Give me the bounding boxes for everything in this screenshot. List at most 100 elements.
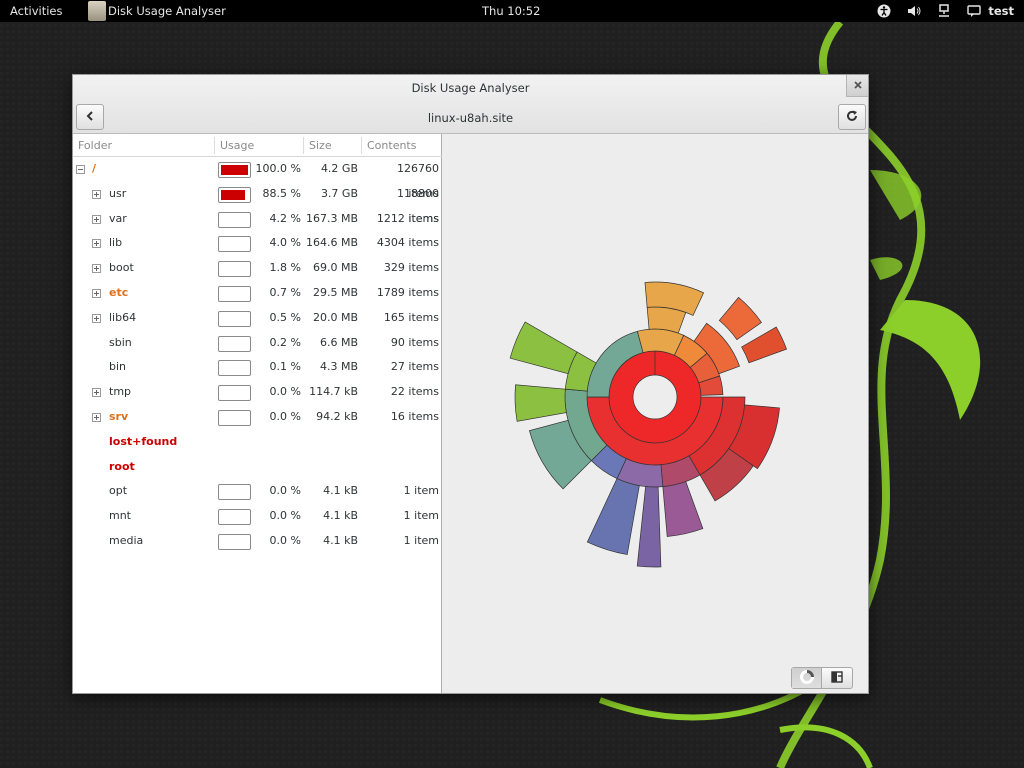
app-menu[interactable]: Disk Usage Analyser <box>88 0 226 22</box>
column-header-size[interactable]: Size <box>309 139 332 152</box>
ring-sector-root[interactable] <box>608 350 702 444</box>
volume-icon[interactable] <box>906 3 922 19</box>
expand-icon[interactable] <box>92 313 101 323</box>
tree-row[interactable]: bin 0.1 % 4.3 MB 27 items <box>73 355 442 380</box>
view-toggle <box>791 667 853 689</box>
user-icon[interactable] <box>966 3 982 19</box>
folder-contents: 1212 items <box>376 211 439 225</box>
folder-size: 29.5 MB <box>312 286 358 299</box>
collapse-icon[interactable] <box>76 165 85 174</box>
usage-bar <box>218 335 251 352</box>
folder-name: bin <box>109 360 127 374</box>
folder-name: lost+found <box>109 434 178 448</box>
usage-percent: 0.0 % <box>269 484 301 498</box>
tree-row[interactable]: etc 0.7 % 29.5 MB 1789 items <box>73 281 442 306</box>
reload-button[interactable] <box>838 104 866 130</box>
treemap-icon <box>830 670 844 687</box>
tree-row[interactable]: /100.0 % 4.2 GB 126760 items <box>73 157 442 200</box>
folder-size: 164.6 MB <box>305 236 358 250</box>
folder-contents: 329 items <box>383 261 439 275</box>
tree-row[interactable]: sbin 0.2 % 6.6 MB 90 items <box>73 331 442 356</box>
usage-bar <box>218 211 251 228</box>
folder-size: 4.3 MB <box>319 360 358 374</box>
back-button[interactable] <box>76 104 104 130</box>
usage-percent: 100.0 % <box>255 162 301 175</box>
usage-percent: 0.0 % <box>269 534 301 547</box>
activities-button[interactable]: Activities <box>10 0 62 22</box>
expand-icon[interactable] <box>92 413 101 422</box>
column-header-folder[interactable]: Folder <box>78 139 112 152</box>
expand-icon[interactable] <box>92 388 101 398</box>
tree-row[interactable]: boot 1.8 % 69.0 MB 329 items <box>73 256 442 281</box>
usage-bar <box>218 534 251 550</box>
ring-chart[interactable] <box>443 134 868 693</box>
folder-name: lib64 <box>109 310 137 324</box>
usage-percent: 1.8 % <box>269 261 301 275</box>
ring-sector-lib-modules[interactable] <box>646 306 687 334</box>
close-icon <box>853 79 862 92</box>
usage-percent: 4.0 % <box>269 236 301 250</box>
tree-row[interactable]: tmp 0.0 % 114.7 kB 22 items <box>73 380 442 405</box>
usage-percent: 0.0 % <box>269 410 301 423</box>
close-button[interactable] <box>846 75 868 97</box>
folder-name: / <box>92 162 97 175</box>
tree-row[interactable]: root <box>73 455 442 480</box>
tree-row[interactable]: media 0.0 % 4.1 kB 1 item <box>73 529 442 554</box>
folder-contents: 1 item <box>403 484 439 498</box>
tree-row[interactable]: mnt 0.0 % 4.1 kB 1 item <box>73 504 442 529</box>
tree-row[interactable]: opt 0.0 % 4.1 kB 1 item <box>73 479 442 504</box>
expand-icon[interactable] <box>92 289 101 298</box>
ring-sector-outer-8[interactable] <box>509 321 578 375</box>
tree-row[interactable]: lib64 0.5 % 20.0 MB 165 items <box>73 306 442 331</box>
folder-size: 167.3 MB <box>305 211 358 225</box>
expand-icon[interactable] <box>92 239 101 249</box>
usage-bar <box>218 360 251 377</box>
folder-contents: 27 items <box>390 360 439 374</box>
system-tray: test <box>876 0 1014 22</box>
ring-chart-pane <box>443 134 868 693</box>
ring-sector-outer-4[interactable] <box>636 486 662 568</box>
treemap-view-button[interactable] <box>822 668 852 688</box>
header-bar: Disk Usage Analyser linux-u8ah.site <box>73 75 868 134</box>
folder-name: sbin <box>109 335 132 349</box>
usage-bar <box>218 484 251 501</box>
folder-name: opt <box>109 484 128 498</box>
ring-sector-outer-11[interactable] <box>741 326 788 364</box>
column-header-usage[interactable]: Usage <box>220 139 254 152</box>
expand-icon[interactable] <box>92 264 101 274</box>
tree-row[interactable]: lost+found <box>73 430 442 455</box>
tree-row[interactable]: var 4.2 % 167.3 MB 1212 items <box>73 207 442 232</box>
column-header-contents[interactable]: Contents <box>367 139 416 152</box>
folder-contents: 1 item <box>403 509 439 523</box>
expand-icon[interactable] <box>92 189 101 199</box>
folder-size: 114.7 kB <box>309 385 358 399</box>
expand-icon[interactable] <box>92 214 101 224</box>
folder-tree[interactable]: Folder Usage Size Contents / 100.0 % 4.2 G… <box>73 134 442 693</box>
ring-sector-outer-10[interactable] <box>718 296 762 341</box>
ring-chart-view-button[interactable] <box>792 668 822 688</box>
folder-size: 20.0 MB <box>312 310 358 324</box>
folder-size: 4.1 kB <box>323 534 358 547</box>
accessibility-icon[interactable] <box>876 3 892 19</box>
reload-icon <box>846 110 858 125</box>
ring-sector-outer-7[interactable] <box>514 384 567 422</box>
tree-row[interactable]: lib 4.0 % 164.6 MB 4304 items <box>73 231 442 256</box>
network-icon[interactable] <box>936 3 952 19</box>
folder-size: 94.2 kB <box>316 410 358 423</box>
usage-bar <box>218 310 251 327</box>
tree-row[interactable]: usr 88.5 % 3.7 GB 118800 items <box>73 182 442 225</box>
go-back-icon <box>85 110 95 124</box>
tree-row[interactable]: srv 0.0 % 94.2 kB 16 items <box>73 405 442 430</box>
usage-bar <box>218 385 251 402</box>
folder-name: boot <box>109 261 134 275</box>
ring-chart-icon <box>799 669 814 687</box>
top-bar: Activities Disk Usage Analyser Thu 10:52… <box>0 0 1024 22</box>
ring-sector-outer-3[interactable] <box>662 481 704 537</box>
folder-size: 69.0 MB <box>312 261 358 275</box>
clock[interactable]: Thu 10:52 <box>482 0 540 22</box>
folder-name: var <box>109 211 127 225</box>
tree-header: Folder Usage Size Contents <box>73 134 442 157</box>
ring-sector-outer-5[interactable] <box>586 478 640 555</box>
user-menu-label[interactable]: test <box>988 0 1014 22</box>
folder-contents: 165 items <box>383 310 439 324</box>
